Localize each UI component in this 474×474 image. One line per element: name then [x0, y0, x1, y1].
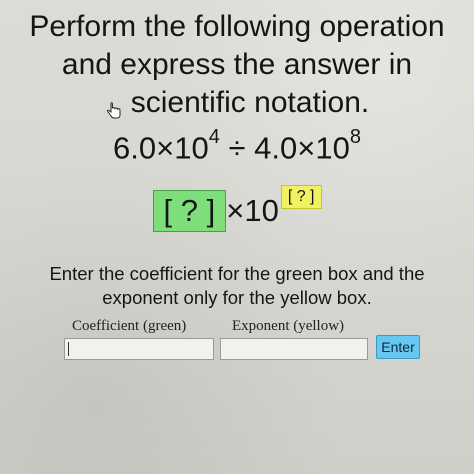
exponent-1: 4: [208, 126, 220, 148]
coefficient-1: 6.0: [113, 130, 157, 166]
instructions-line-1: Enter the coefficient for the green box …: [49, 263, 425, 284]
coefficient-input[interactable]: [64, 338, 214, 360]
green-box-placeholder: ?: [180, 193, 198, 228]
question-prompt: Perform the following operation and expr…: [0, 8, 474, 122]
prompt-line-2: and express the answer in: [61, 48, 413, 81]
coefficient-2: 4.0: [254, 130, 298, 166]
prompt-line-3: scientific notation.: [0, 84, 474, 122]
text-caret: [68, 342, 69, 356]
base-2: 10: [315, 130, 350, 166]
exponent-label: Exponent (yellow): [232, 318, 345, 334]
prompt-line-1: Perform the following operation: [29, 10, 445, 43]
green-coefficient-box: [ ? ]: [152, 190, 227, 232]
answer-template: [ ? ] ×10[ ? ]: [0, 185, 474, 232]
times-ten: ×10: [226, 193, 279, 228]
coefficient-label: Coefficient (green): [72, 318, 187, 334]
exponent-2: 8: [349, 126, 361, 148]
hand-pointer-icon: [105, 92, 123, 119]
yellow-exponent-box: [ ? ]: [280, 185, 322, 210]
equation: 6.0×104 ÷ 4.0×108: [0, 126, 474, 166]
instructions-line-2: exponent only for the yellow box.: [102, 287, 372, 308]
base-1: 10: [174, 130, 209, 166]
enter-button[interactable]: Enter: [376, 335, 420, 359]
times-sign-2: ×: [297, 130, 316, 166]
times-sign: ×: [156, 130, 175, 166]
divide-sign: ÷: [228, 130, 246, 166]
exponent-input[interactable]: [220, 338, 368, 360]
instructions: Enter the coefficient for the green box …: [0, 262, 474, 310]
prompt-line-3-text: scientific notation.: [130, 86, 370, 119]
yellow-box-placeholder: ?: [296, 188, 306, 206]
